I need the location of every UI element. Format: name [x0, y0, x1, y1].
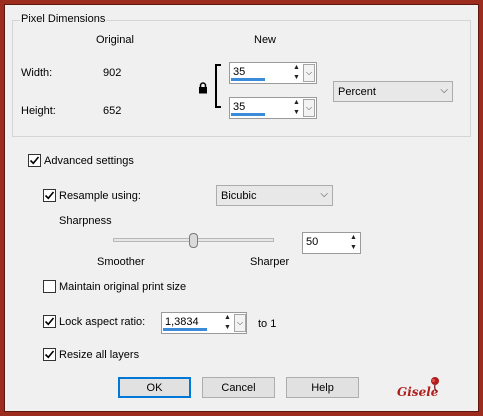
height-new-value[interactable]: 35: [233, 101, 245, 113]
aspect-spin-arrows[interactable]: ▲ ▼: [222, 314, 233, 332]
width-spin-arrows[interactable]: ▲ ▼: [291, 64, 302, 82]
height-dropdown-button[interactable]: ⌵: [303, 99, 315, 117]
resample-checkbox[interactable]: [43, 189, 56, 202]
help-button-label: Help: [311, 381, 334, 394]
resample-label[interactable]: Resample using:: [59, 190, 141, 202]
unit-select[interactable]: Percent ⌵: [333, 81, 453, 102]
height-label: Height:: [21, 105, 56, 117]
maintain-print-size-checkbox[interactable]: [43, 280, 56, 293]
resize-all-layers-label[interactable]: Resize all layers: [59, 349, 139, 361]
new-column-header: New: [254, 34, 277, 46]
sharpness-spin-arrows[interactable]: ▲ ▼: [348, 234, 359, 252]
width-label: Width:: [21, 67, 53, 79]
chevron-down-icon: ⌵: [305, 103, 313, 112]
ok-button[interactable]: OK: [118, 377, 191, 398]
width-dropdown-button[interactable]: ⌵: [303, 64, 315, 82]
resample-method-select[interactable]: Bicubic ⌵: [216, 185, 333, 206]
advanced-settings-label[interactable]: Advanced settings: [44, 155, 134, 167]
lock-aspect-checkbox[interactable]: [43, 315, 56, 328]
pixel-dimensions-title: Pixel Dimensions: [20, 13, 107, 25]
unit-select-value: Percent: [338, 86, 376, 98]
lock-icon[interactable]: [198, 82, 208, 94]
width-new-value[interactable]: 35: [233, 66, 245, 78]
spin-down-icon[interactable]: ▼: [293, 109, 300, 117]
chevron-down-icon: ⌵: [236, 318, 244, 327]
sharpness-slider-thumb[interactable]: [189, 233, 198, 248]
cancel-button-label: Cancel: [221, 381, 256, 394]
checkmark-icon: [29, 156, 40, 165]
maintain-print-size-label[interactable]: Maintain original print size: [59, 281, 186, 293]
height-new-underline: [231, 113, 265, 116]
width-original-value: 902: [103, 67, 122, 79]
help-button[interactable]: Help: [286, 377, 359, 398]
checkmark-icon: [44, 191, 55, 200]
sharper-label: Sharper: [250, 256, 290, 268]
height-new-spinbox[interactable]: 35 ▲ ▼ ⌵: [229, 97, 317, 119]
smoother-label: Smoother: [97, 256, 145, 268]
height-original-value: 652: [103, 105, 122, 117]
checkmark-icon: [44, 317, 55, 326]
spin-up-icon[interactable]: ▲: [224, 314, 231, 322]
resample-method-value: Bicubic: [221, 190, 257, 202]
width-new-underline: [231, 78, 265, 81]
cancel-button[interactable]: Cancel: [202, 377, 275, 398]
chevron-down-icon: ⌵: [440, 85, 448, 96]
sharpness-spinbox[interactable]: 50 ▲ ▼: [302, 232, 361, 254]
sharpness-label: Sharpness: [59, 215, 112, 227]
aspect-link-bracket: [215, 64, 221, 108]
chevron-down-icon: ⌵: [305, 68, 313, 77]
spin-up-icon[interactable]: ▲: [293, 99, 300, 107]
ok-button-label: OK: [146, 381, 163, 394]
checkmark-icon: [44, 350, 55, 359]
spin-up-icon[interactable]: ▲: [350, 234, 357, 242]
width-new-spinbox[interactable]: 35 ▲ ▼ ⌵: [229, 62, 317, 84]
aspect-ratio-spinbox[interactable]: 1,3834 ▲ ▼ ⌵: [161, 312, 247, 334]
aspect-ratio-suffix: to 1: [258, 318, 277, 330]
chevron-down-icon: ⌵: [320, 189, 328, 200]
aspect-dropdown-button[interactable]: ⌵: [234, 314, 246, 332]
lock-aspect-label[interactable]: Lock aspect ratio:: [59, 316, 145, 328]
flower-icon: [428, 376, 442, 392]
original-column-header: Original: [96, 34, 134, 46]
height-spin-arrows[interactable]: ▲ ▼: [291, 99, 302, 117]
spin-down-icon[interactable]: ▼: [224, 324, 231, 332]
spin-down-icon[interactable]: ▼: [350, 244, 357, 252]
advanced-settings-checkbox[interactable]: [28, 154, 41, 167]
spin-down-icon[interactable]: ▼: [293, 74, 300, 82]
aspect-ratio-underline: [163, 328, 207, 331]
resize-all-layers-checkbox[interactable]: [43, 348, 56, 361]
aspect-ratio-value[interactable]: 1,3834: [165, 316, 199, 328]
spin-up-icon[interactable]: ▲: [293, 64, 300, 72]
sharpness-value[interactable]: 50: [306, 236, 318, 248]
